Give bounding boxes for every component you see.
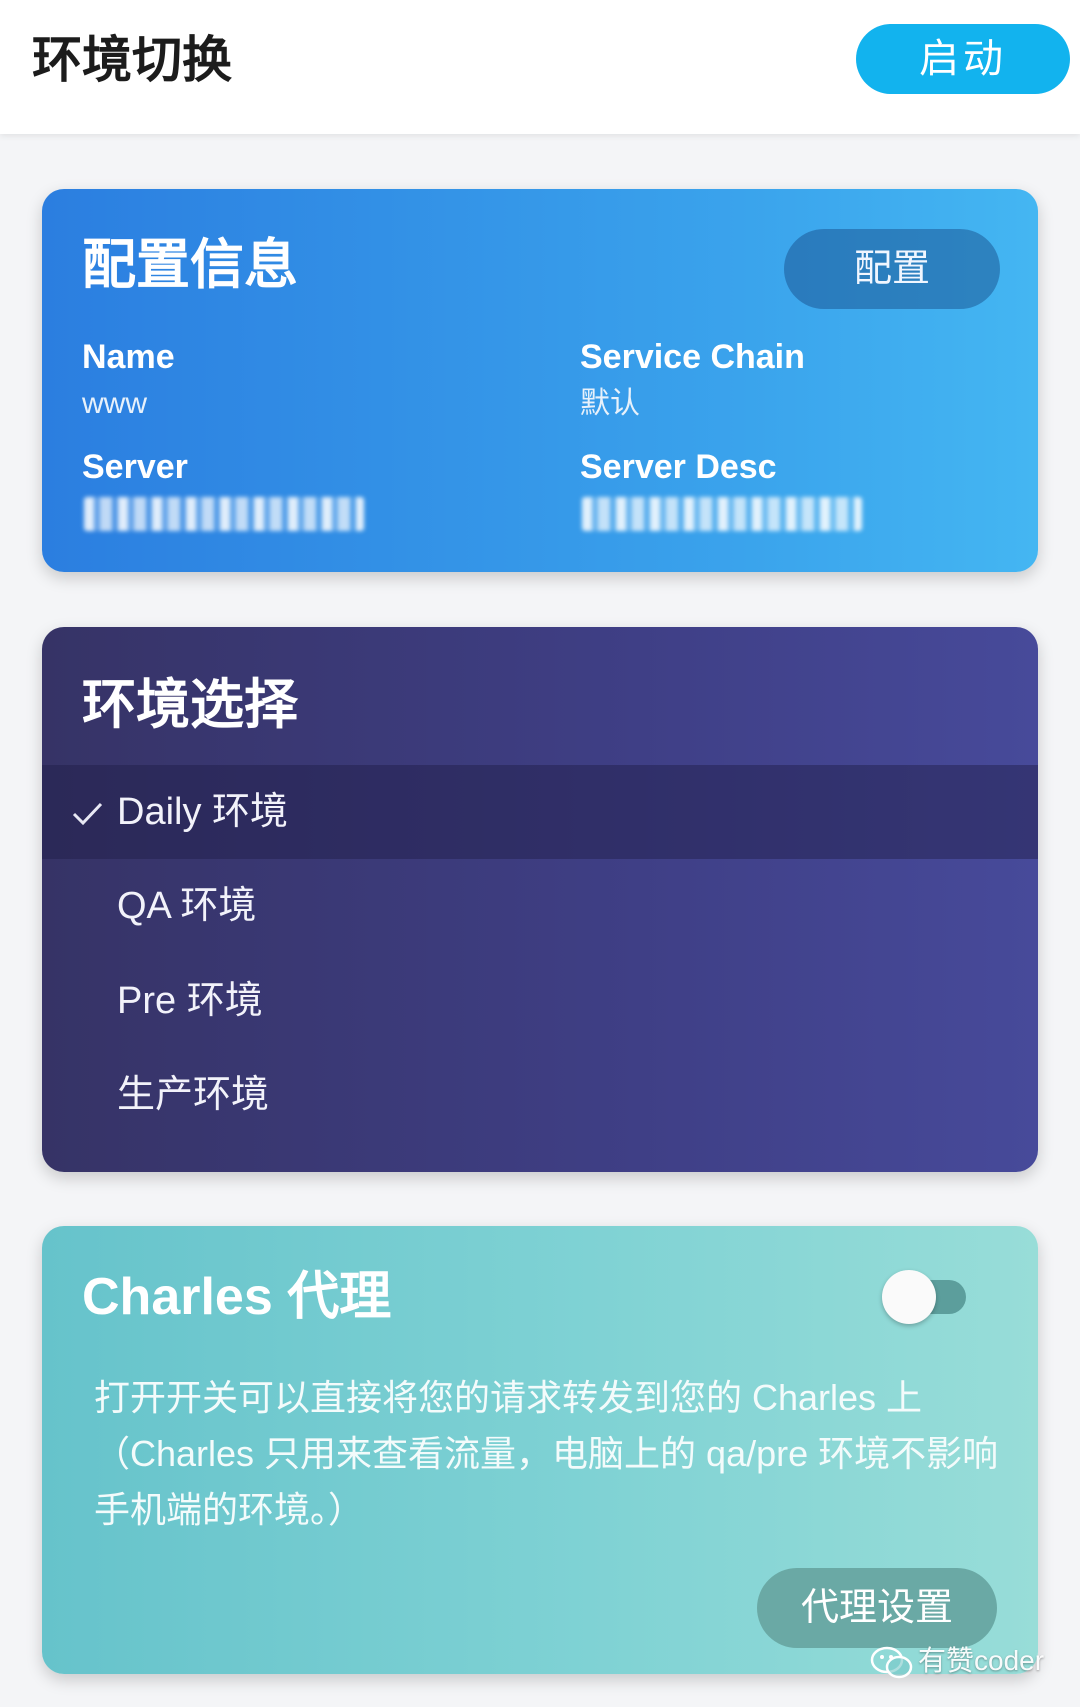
charles-description: 打开开关可以直接将您的请求转发到您的 Charles 上（Charles 只用来… (94, 1377, 999, 1530)
charles-card-title: Charles 代理 (82, 1268, 392, 1326)
service-chain-value: 默认 (580, 387, 640, 420)
service-chain-label: Service Chain (580, 338, 805, 376)
check-icon (72, 802, 103, 826)
name-label: Name (82, 338, 175, 376)
watermark-text: 有赞coder (918, 1645, 1045, 1676)
env-option-label: Daily 环境 (117, 791, 289, 833)
env-option-qa[interactable]: QA 环境 (42, 859, 1038, 953)
name-value: www (82, 387, 147, 420)
env-option-label: Pre 环境 (117, 980, 263, 1022)
env-option-production[interactable]: 生产环境 (42, 1048, 1038, 1142)
server-desc-label: Server Desc (580, 448, 777, 486)
charles-proxy-toggle[interactable] (882, 1268, 968, 1324)
start-button[interactable]: 启动 (856, 24, 1070, 94)
page-title: 环境切换 (32, 32, 232, 88)
config-info-card: 配置信息 配置 Name www Service Chain 默认 Server… (42, 189, 1038, 572)
server-label: Server (82, 448, 188, 486)
config-card-title: 配置信息 (82, 235, 298, 295)
charles-proxy-card: Charles 代理 打开开关可以直接将您的请求转发到您的 Charles 上（… (42, 1226, 1038, 1674)
env-select-card: 环境选择 Daily 环境 QA 环境 Pre 环境 生产环境 (42, 627, 1038, 1172)
watermark: 有赞coder (870, 1638, 1044, 1684)
server-desc-value-redacted (582, 497, 862, 531)
env-option-label: 生产环境 (117, 1074, 270, 1116)
env-option-daily[interactable]: Daily 环境 (42, 765, 1038, 859)
env-option-label: QA 环境 (117, 885, 257, 927)
config-button[interactable]: 配置 (784, 229, 1000, 309)
env-option-pre[interactable]: Pre 环境 (42, 954, 1038, 1048)
env-card-title: 环境选择 (82, 675, 298, 735)
server-value-redacted (84, 497, 364, 531)
app-header: 环境切换 启动 (0, 0, 1080, 134)
toggle-thumb (882, 1270, 936, 1324)
proxy-settings-button[interactable]: 代理设置 (757, 1568, 997, 1648)
wechat-icon (870, 1646, 913, 1678)
